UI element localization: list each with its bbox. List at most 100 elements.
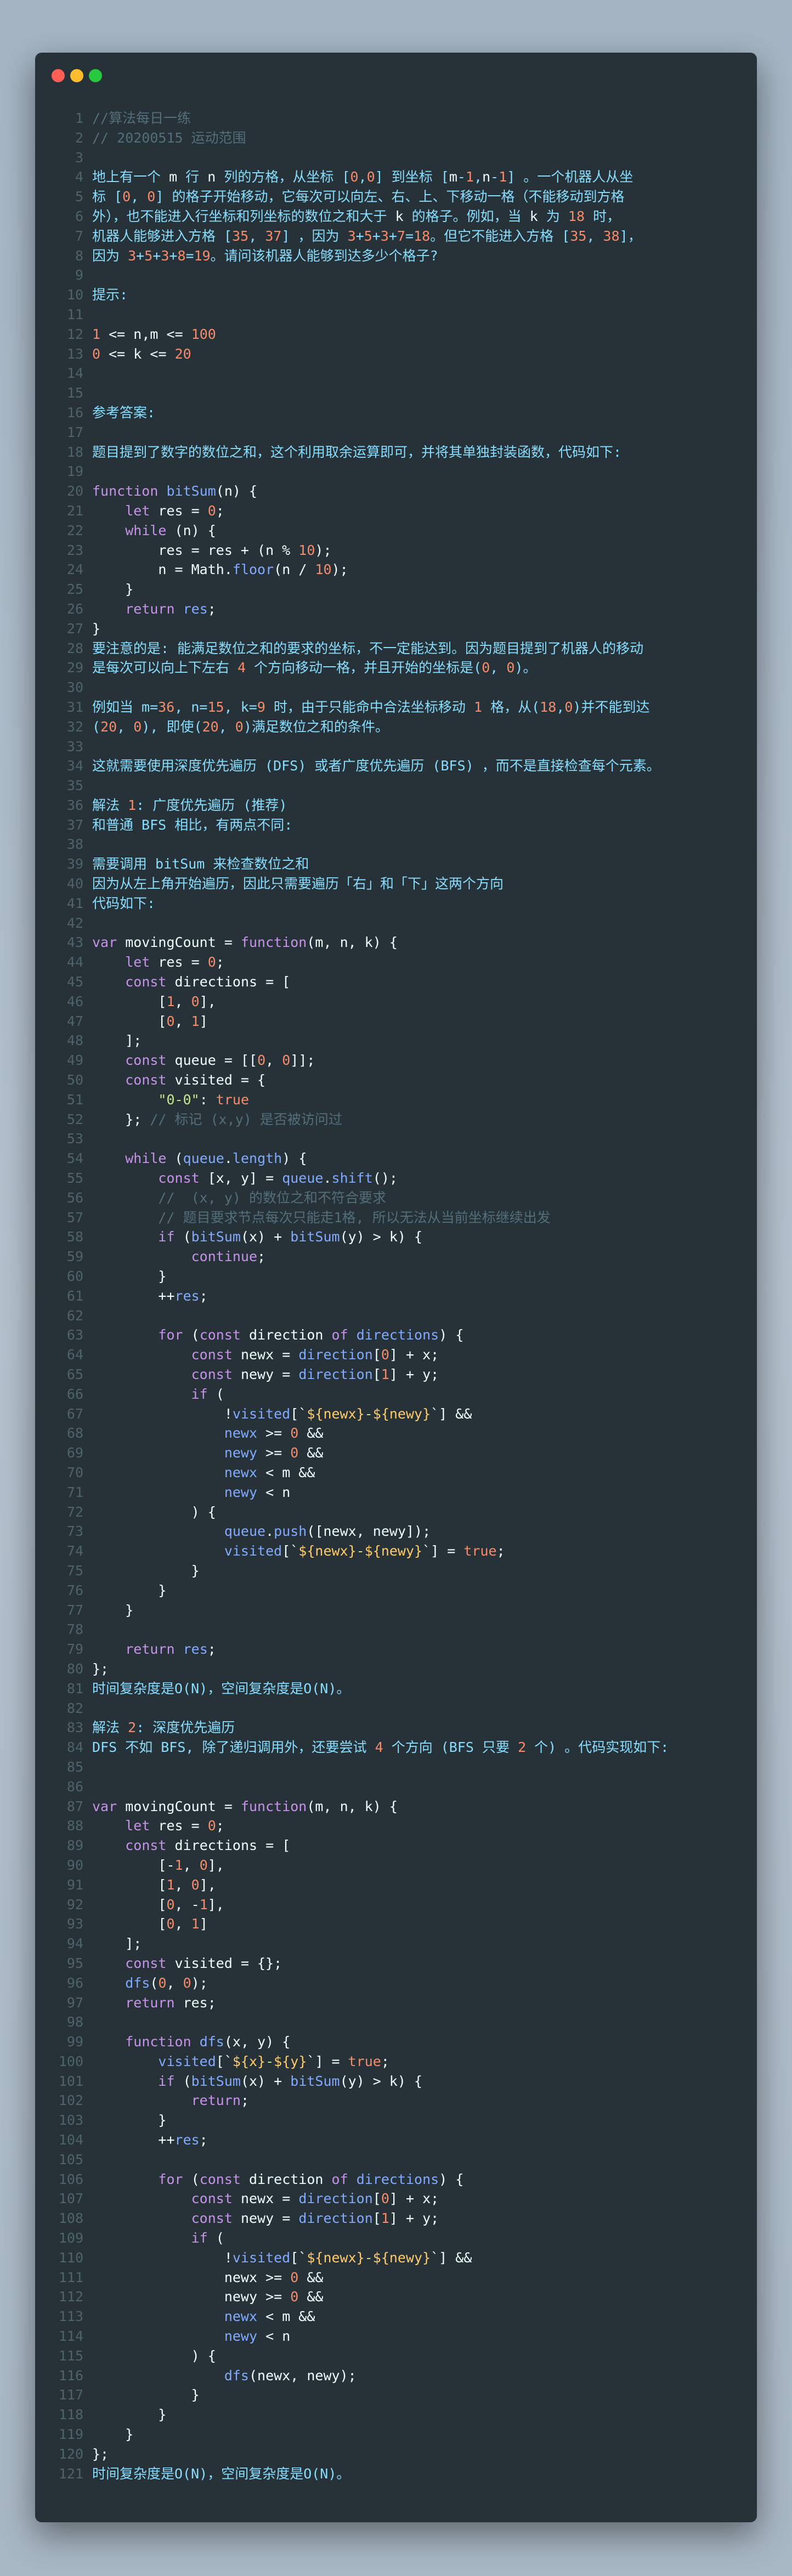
code-token: dfs	[199, 2034, 224, 2050]
code-line: 94 ];	[35, 1934, 757, 1954]
code-token: res =	[150, 502, 208, 519]
code-token: let	[125, 502, 150, 519]
line-number: 23	[66, 542, 83, 558]
line-number: 11	[66, 306, 83, 322]
code-token: 3	[161, 247, 169, 264]
code-token: // 题目要求节点每次只能走1格, 所以无法从当前坐标继续出发	[158, 1209, 551, 1225]
code-line: 4 地上有一个 m 行 n 列的方格，从坐标 [0,0] 到坐标 [m-1,n-1…	[35, 167, 757, 187]
code-token: bitSum	[191, 2073, 241, 2089]
line-number: 83	[66, 1720, 83, 1736]
code-token: };	[92, 2446, 109, 2462]
code-token: >=	[257, 1425, 291, 1442]
code-token: (n /	[274, 561, 315, 578]
line-number: 72	[66, 1503, 83, 1520]
code-line: 109 if (	[35, 2228, 757, 2248]
code-token: ${newx}	[307, 1405, 365, 1422]
line-number: 93	[66, 1916, 83, 1932]
maximize-window-button[interactable]	[89, 69, 102, 82]
code-token: if	[191, 2230, 208, 2246]
code-token: ]，	[619, 228, 642, 244]
code-token: return	[125, 1994, 175, 2011]
code-token: true	[463, 1543, 497, 1559]
code-token: 解法	[92, 797, 128, 813]
minimize-window-button[interactable]	[70, 69, 83, 82]
code-line: 59 continue;	[35, 1247, 757, 1267]
code-line: 107 const newx = direction[0] + x;	[35, 2189, 757, 2209]
code-token: 1	[92, 326, 101, 342]
code-token: 100	[191, 326, 216, 342]
line-number: 54	[66, 1150, 83, 1167]
line-number: 37	[66, 816, 83, 833]
code-token: (	[92, 718, 101, 735]
code-token: [`	[290, 1405, 307, 1422]
code-line: 53	[35, 1129, 757, 1149]
line-number: 98	[66, 2014, 83, 2030]
code-token: .	[265, 1523, 274, 1540]
line-number: 16	[66, 404, 83, 421]
code-token: ],	[207, 1857, 224, 1873]
code-line: 86	[35, 1777, 757, 1797]
line-number: 24	[66, 561, 83, 578]
code-token: true	[216, 1091, 250, 1108]
code-token: // (x, y) 的数位之和不符合要求	[158, 1189, 386, 1206]
code-token: newy	[224, 1484, 258, 1500]
line-number: 19	[66, 463, 83, 480]
code-token: [`	[282, 1543, 299, 1559]
line-number: 95	[66, 1955, 83, 1971]
code-token: visited = {};	[166, 1955, 282, 1971]
line-number: 62	[66, 1307, 83, 1324]
code-token: 0	[166, 1916, 175, 1932]
code-token: m	[449, 169, 457, 185]
line-number: 44	[66, 954, 83, 971]
code-token: 因为从左上角开始遍历，因此只需要遍历「右」和「下」这两个方向	[92, 876, 504, 892]
code-token: ,	[174, 1013, 191, 1029]
code-editor[interactable]: 1//算法每日一练 2// 20200515 运动范围 3 4 地上有一个 m 行 n …	[35, 109, 757, 2483]
code-token: ];	[92, 1936, 142, 1952]
code-line: 22 while (n) {	[35, 521, 757, 541]
close-window-button[interactable]	[52, 69, 65, 82]
code-token: // 20200515 运动范围	[92, 129, 246, 146]
code-token: newx =	[232, 1347, 299, 1363]
code-token: 机器人能够进入方格 [	[92, 228, 233, 244]
code-token: function	[125, 2034, 191, 2050]
code-line: 75 }	[35, 1561, 757, 1581]
line-number: 40	[66, 876, 83, 892]
line-number: 69	[66, 1445, 83, 1461]
code-token: movingCount =	[117, 1798, 241, 1814]
code-line: 91 [1, 0],	[35, 1875, 757, 1895]
code-token: ;	[216, 954, 224, 971]
code-token: 5	[364, 228, 372, 244]
code-token: (x) +	[240, 2073, 291, 2089]
code-token: m	[169, 169, 178, 185]
code-token: (	[174, 1229, 191, 1245]
line-number: 31	[66, 699, 83, 715]
code-token: ,	[183, 1857, 200, 1873]
code-token: queue	[282, 1170, 324, 1187]
code-token: const	[125, 1837, 167, 1854]
code-token: queue	[224, 1523, 266, 1540]
code-line: 114 newy < n	[35, 2327, 757, 2346]
code-line: 117 }	[35, 2385, 757, 2405]
line-number: 91	[66, 1876, 83, 1893]
code-token: 20	[100, 718, 117, 735]
line-number: 97	[66, 1994, 83, 2011]
line-number: 4	[75, 169, 83, 185]
code-line: 56 // (x, y) 的数位之和不符合要求	[35, 1188, 757, 1208]
code-token: "0-0"	[158, 1091, 200, 1108]
code-token: ,	[131, 189, 148, 205]
code-line: 2 // 20200515 运动范围	[35, 128, 757, 148]
code-token: !	[92, 1405, 233, 1422]
code-token: , n=	[174, 699, 208, 715]
code-line: 63 for (const direction of directions) {	[35, 1325, 757, 1345]
code-token: 1	[473, 699, 483, 715]
